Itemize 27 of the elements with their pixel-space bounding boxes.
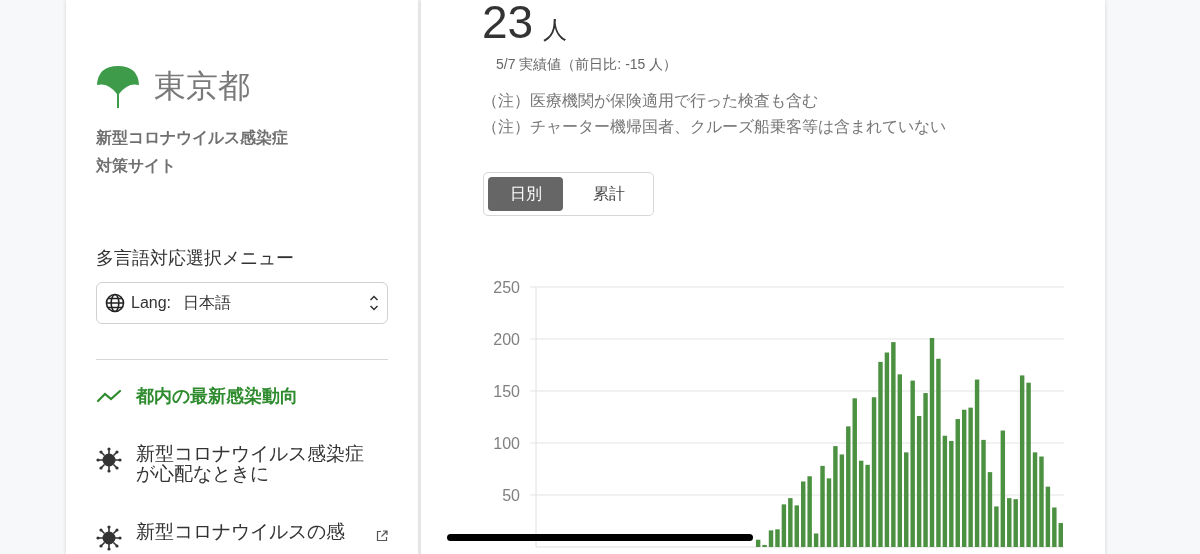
toggle-tab[interactable]: 累計: [571, 177, 646, 211]
virus-icon: [96, 447, 122, 473]
language-menu-label: 多言語対応選択メニュー: [96, 247, 295, 270]
virus-icon: [96, 525, 122, 551]
footnote: （注）チャーター機帰国者、クルーズ船乗客等は含まれていない: [482, 117, 947, 137]
globe-icon: [105, 293, 125, 313]
trend-line-icon: [96, 389, 122, 403]
y-tick-label: 150: [493, 383, 520, 400]
date-note: 5/7 実績値（前日比: -15 人）: [496, 55, 679, 74]
site-title: 新型コロナウイルス感染症対策サイト: [96, 128, 289, 176]
nav-link[interactable]: 都内の最新感染動向: [96, 386, 388, 406]
nav-link[interactable]: 新型コロナウイルスの感: [96, 522, 388, 551]
select-prefix: Lang:: [131, 293, 172, 313]
language-select[interactable]: Lang: 日本語: [96, 282, 388, 324]
select-value: 日本語: [183, 293, 232, 313]
case-count: 23: [482, 0, 534, 48]
up-down-chevron-icon: [369, 294, 379, 312]
ginkgo-leaf-icon: [96, 64, 140, 108]
count-unit: 人: [543, 15, 568, 45]
y-tick-label: 250: [493, 279, 520, 296]
y-tick-label: 200: [493, 331, 520, 348]
logo-text: 東京都: [154, 70, 250, 102]
y-tick-label: 50: [502, 487, 520, 504]
toggle-tab[interactable]: 日別: [488, 177, 563, 211]
nav-link[interactable]: 新型コロナウイルス感染症が心配なときに: [96, 444, 388, 484]
y-tick-label: 100: [493, 435, 520, 452]
footnote: （注）医療機関が保険適用で行った検査も含む: [482, 91, 819, 111]
